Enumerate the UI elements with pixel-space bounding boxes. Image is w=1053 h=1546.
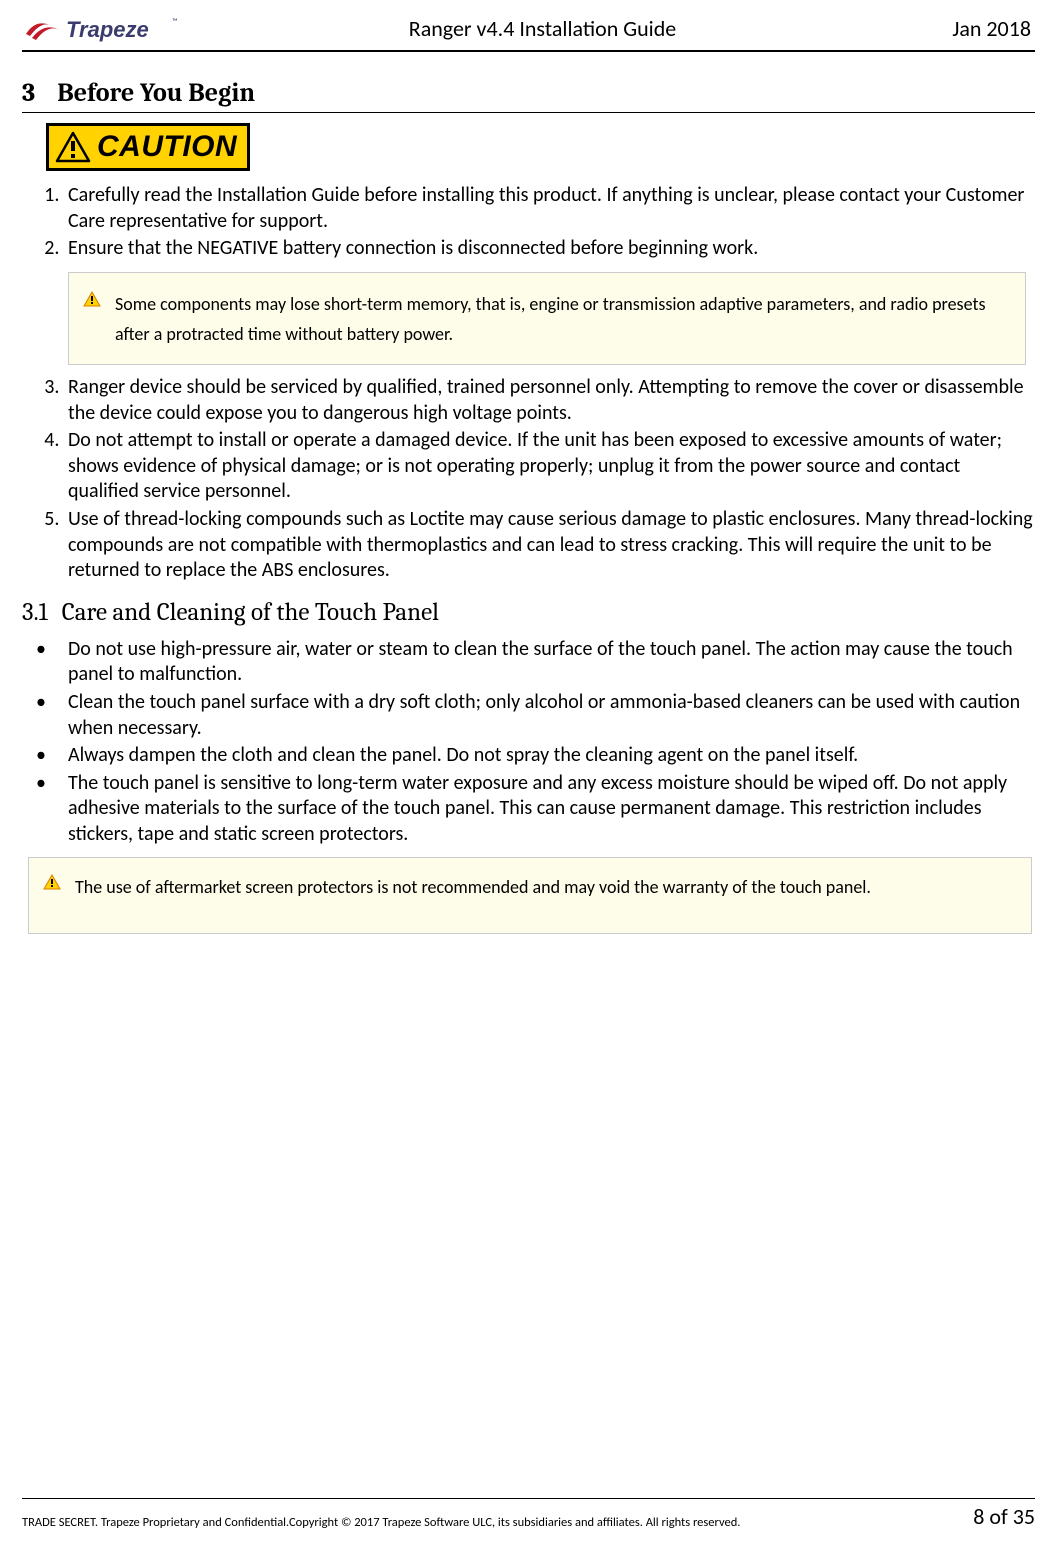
caution-sign: CAUTION bbox=[46, 123, 250, 171]
svg-text:™: ™ bbox=[172, 17, 178, 27]
bullet-list: Do not use high-pressure air, water or s… bbox=[22, 637, 1035, 848]
document-title: Ranger v4.4 Installation Guide bbox=[194, 15, 891, 44]
note-callout: The use of aftermarket screen protectors… bbox=[28, 857, 1032, 934]
list-item: Always dampen the cloth and clean the pa… bbox=[36, 743, 1035, 769]
list-item: Ensure that the NEGATIVE battery connect… bbox=[64, 236, 1035, 262]
numbered-list: Carefully read the Installation Guide be… bbox=[22, 183, 1035, 262]
list-item: Carefully read the Installation Guide be… bbox=[64, 183, 1035, 234]
subsection-heading: 3.1 Care and Cleaning of the Touch Panel bbox=[22, 598, 1035, 627]
section-heading: 3 Before You Begin bbox=[22, 78, 1035, 113]
section-title: Before You Begin bbox=[57, 78, 255, 108]
warning-small-icon bbox=[83, 291, 101, 307]
section-number: 3 bbox=[22, 78, 35, 108]
footer-divider bbox=[22, 1498, 1035, 1499]
list-item: Ranger device should be serviced by qual… bbox=[64, 375, 1035, 426]
note-text: Some components may lose short-term memo… bbox=[115, 289, 1005, 350]
caution-label: CAUTION bbox=[97, 130, 237, 164]
list-item: Clean the touch panel surface with a dry… bbox=[36, 690, 1035, 741]
subsection-title: Care and Cleaning of the Touch Panel bbox=[62, 598, 439, 627]
list-item: Do not use high-pressure air, water or s… bbox=[36, 637, 1035, 688]
header-divider bbox=[22, 50, 1035, 52]
list-item: The touch panel is sensitive to long-ter… bbox=[36, 771, 1035, 848]
list-item: Use of thread-locking compounds such as … bbox=[64, 507, 1035, 584]
footer-copyright: TRADE SECRET. Trapeze Proprietary and Co… bbox=[22, 1515, 740, 1530]
warning-small-icon bbox=[43, 874, 61, 890]
numbered-list-continued: Ranger device should be serviced by qual… bbox=[22, 375, 1035, 584]
svg-text:Trapeze: Trapeze bbox=[66, 17, 149, 42]
page-header: Trapeze ™ Ranger v4.4 Installation Guide… bbox=[22, 14, 1035, 46]
company-logo: Trapeze ™ bbox=[24, 14, 194, 44]
note-text: The use of aftermarket screen protectors… bbox=[75, 872, 871, 903]
note-callout: Some components may lose short-term memo… bbox=[68, 272, 1026, 365]
list-item: Do not attempt to install or operate a d… bbox=[64, 428, 1035, 505]
page-number: 8 of 35 bbox=[973, 1503, 1035, 1530]
page-footer: TRADE SECRET. Trapeze Proprietary and Co… bbox=[22, 1498, 1035, 1530]
subsection-number: 3.1 bbox=[22, 598, 48, 627]
document-date: Jan 2018 bbox=[891, 15, 1031, 44]
warning-triangle-icon bbox=[55, 131, 91, 163]
